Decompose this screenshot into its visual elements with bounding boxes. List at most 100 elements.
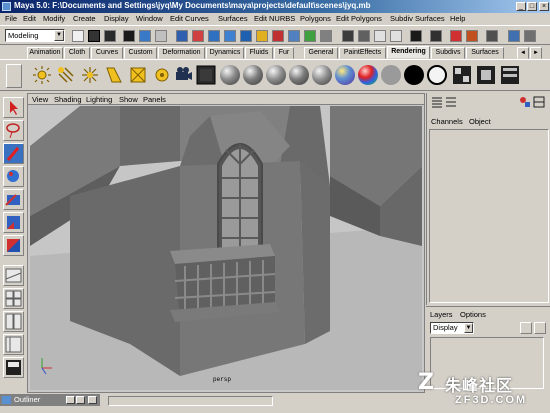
panel-menu-panels[interactable]: Panels bbox=[143, 95, 166, 104]
scale-tool-button[interactable] bbox=[3, 212, 24, 233]
window-title-bar[interactable]: Maya 5.0: F:\Documents and Settings\jyq\… bbox=[0, 0, 550, 13]
mask-rendering-icon[interactable] bbox=[272, 30, 284, 42]
show-channel-box-icon[interactable] bbox=[524, 30, 536, 42]
command-line-input[interactable] bbox=[108, 396, 273, 406]
panel-menu-show[interactable]: Show bbox=[119, 95, 138, 104]
snap-view-plane-icon[interactable] bbox=[390, 30, 402, 42]
menu-set-dropdown[interactable]: Modeling ▼ bbox=[5, 29, 65, 42]
history-icon[interactable] bbox=[430, 30, 442, 42]
snap-point-icon[interactable] bbox=[374, 30, 386, 42]
highlight-selection-icon[interactable] bbox=[320, 30, 332, 42]
show-attribute-editor-icon[interactable] bbox=[508, 30, 520, 42]
phong-e-material-icon[interactable] bbox=[289, 65, 309, 85]
channel-list[interactable] bbox=[429, 129, 549, 303]
ramp-shader-icon[interactable] bbox=[358, 65, 378, 85]
menu-file[interactable]: File bbox=[5, 14, 17, 23]
select-component-icon[interactable] bbox=[155, 30, 167, 42]
new-layer-selected-button[interactable] bbox=[534, 322, 546, 334]
area-light-icon[interactable] bbox=[128, 65, 148, 85]
channel-layout-icon[interactable] bbox=[533, 96, 545, 108]
channel-box-menu-object[interactable]: Object bbox=[469, 117, 491, 126]
menu-modify[interactable]: Modify bbox=[43, 14, 65, 23]
batch-render-icon[interactable] bbox=[500, 65, 520, 85]
volume-light-icon[interactable] bbox=[152, 65, 172, 85]
menu-edit-polygons[interactable]: Edit Polygons bbox=[336, 14, 382, 23]
select-hierarchy-icon[interactable] bbox=[123, 30, 135, 42]
anisotropic-material-icon[interactable] bbox=[312, 65, 332, 85]
shelf-scroll-left-button[interactable]: ◄ bbox=[517, 47, 529, 59]
tab-general[interactable]: General bbox=[304, 47, 338, 59]
tab-surfaces[interactable]: Surfaces bbox=[466, 47, 504, 59]
shading-map-icon[interactable] bbox=[427, 65, 447, 85]
menu-edit-curves[interactable]: Edit Curves bbox=[170, 14, 209, 23]
channel-box-menu-channels[interactable]: Channels bbox=[431, 117, 463, 126]
ambient-light-icon[interactable] bbox=[32, 65, 52, 85]
single-view-layout-button[interactable] bbox=[3, 265, 24, 286]
manipulator-tool-button[interactable] bbox=[3, 235, 24, 256]
layer-type-dropdown[interactable]: Display ▼ bbox=[430, 322, 474, 334]
list-icon[interactable] bbox=[431, 96, 443, 108]
shelf-scroll-right-button[interactable]: ► bbox=[530, 47, 542, 59]
outliner-close-button[interactable] bbox=[88, 396, 97, 404]
spot-light-icon[interactable] bbox=[104, 65, 124, 85]
shelf-menu-button[interactable] bbox=[6, 64, 22, 88]
surface-shader-icon[interactable] bbox=[381, 65, 401, 85]
tab-curves[interactable]: Curves bbox=[91, 47, 123, 59]
close-button[interactable]: × bbox=[539, 2, 549, 11]
tab-subdivs[interactable]: Subdivs bbox=[431, 47, 465, 59]
lasso-tool-button[interactable] bbox=[3, 120, 24, 141]
layer-shapes-icon[interactable] bbox=[519, 96, 531, 108]
3d-viewport[interactable]: persp bbox=[30, 106, 422, 390]
tab-fluids[interactable]: Fluids bbox=[245, 47, 273, 59]
lambert-material-icon[interactable] bbox=[220, 65, 240, 85]
render-view-icon[interactable] bbox=[452, 65, 472, 85]
two-view-layout-button[interactable] bbox=[3, 311, 24, 332]
render-icon[interactable] bbox=[450, 30, 462, 42]
layer-list-icon[interactable] bbox=[445, 96, 457, 108]
maximize-button[interactable]: □ bbox=[527, 2, 537, 11]
open-scene-icon[interactable] bbox=[88, 30, 100, 42]
layered-shader-icon[interactable] bbox=[335, 65, 355, 85]
mask-joints-icon[interactable] bbox=[192, 30, 204, 42]
rotate-tool-button[interactable] bbox=[3, 189, 24, 210]
ipr-render-icon[interactable] bbox=[466, 30, 478, 42]
mask-surfaces-icon[interactable] bbox=[224, 30, 236, 42]
camera-icon[interactable] bbox=[174, 65, 194, 85]
layer-menu-layers[interactable]: Layers bbox=[430, 310, 453, 319]
menu-subdiv-surfaces[interactable]: Subdiv Surfaces bbox=[390, 14, 445, 23]
snap-grid-icon[interactable] bbox=[342, 30, 354, 42]
input-output-icon[interactable] bbox=[410, 30, 422, 42]
layer-menu-options[interactable]: Options bbox=[460, 310, 486, 319]
blinn-material-icon[interactable] bbox=[243, 65, 263, 85]
select-object-icon[interactable] bbox=[139, 30, 151, 42]
menu-polygons[interactable]: Polygons bbox=[300, 14, 331, 23]
snap-curve-icon[interactable] bbox=[358, 30, 370, 42]
tab-animation[interactable]: Animation bbox=[27, 47, 63, 59]
panel-menu-view[interactable]: View bbox=[32, 95, 48, 104]
point-light-icon[interactable] bbox=[80, 65, 100, 85]
menu-edit-nurbs[interactable]: Edit NURBS bbox=[254, 14, 295, 23]
outliner-maximize-button[interactable] bbox=[76, 396, 85, 404]
render-region-icon[interactable] bbox=[476, 65, 496, 85]
menu-create[interactable]: Create bbox=[73, 14, 96, 23]
move-tool-button[interactable] bbox=[3, 166, 24, 187]
mask-curves-icon[interactable] bbox=[208, 30, 220, 42]
mask-deformations-icon[interactable] bbox=[240, 30, 252, 42]
render-globals-icon[interactable] bbox=[486, 30, 498, 42]
tab-deformation[interactable]: Deformation bbox=[158, 47, 205, 59]
persp-graph-layout-button[interactable] bbox=[3, 357, 24, 378]
tab-custom[interactable]: Custom bbox=[124, 47, 157, 59]
menu-help[interactable]: Help bbox=[450, 14, 465, 23]
outliner-minimized-window[interactable]: Outliner bbox=[0, 394, 100, 406]
panel-menu-lighting[interactable]: Lighting bbox=[86, 95, 112, 104]
directional-light-icon[interactable] bbox=[56, 65, 76, 85]
mask-dynamics-icon[interactable] bbox=[256, 30, 268, 42]
tab-rendering[interactable]: Rendering bbox=[387, 46, 430, 59]
minimize-button[interactable]: _ bbox=[516, 2, 526, 11]
tab-fur[interactable]: Fur bbox=[274, 47, 294, 59]
menu-edit[interactable]: Edit bbox=[23, 14, 36, 23]
phong-material-icon[interactable] bbox=[266, 65, 286, 85]
save-scene-icon[interactable] bbox=[104, 30, 116, 42]
paint-selection-tool-button[interactable] bbox=[3, 143, 24, 164]
tab-painteffects[interactable]: PaintEffects bbox=[339, 47, 386, 59]
